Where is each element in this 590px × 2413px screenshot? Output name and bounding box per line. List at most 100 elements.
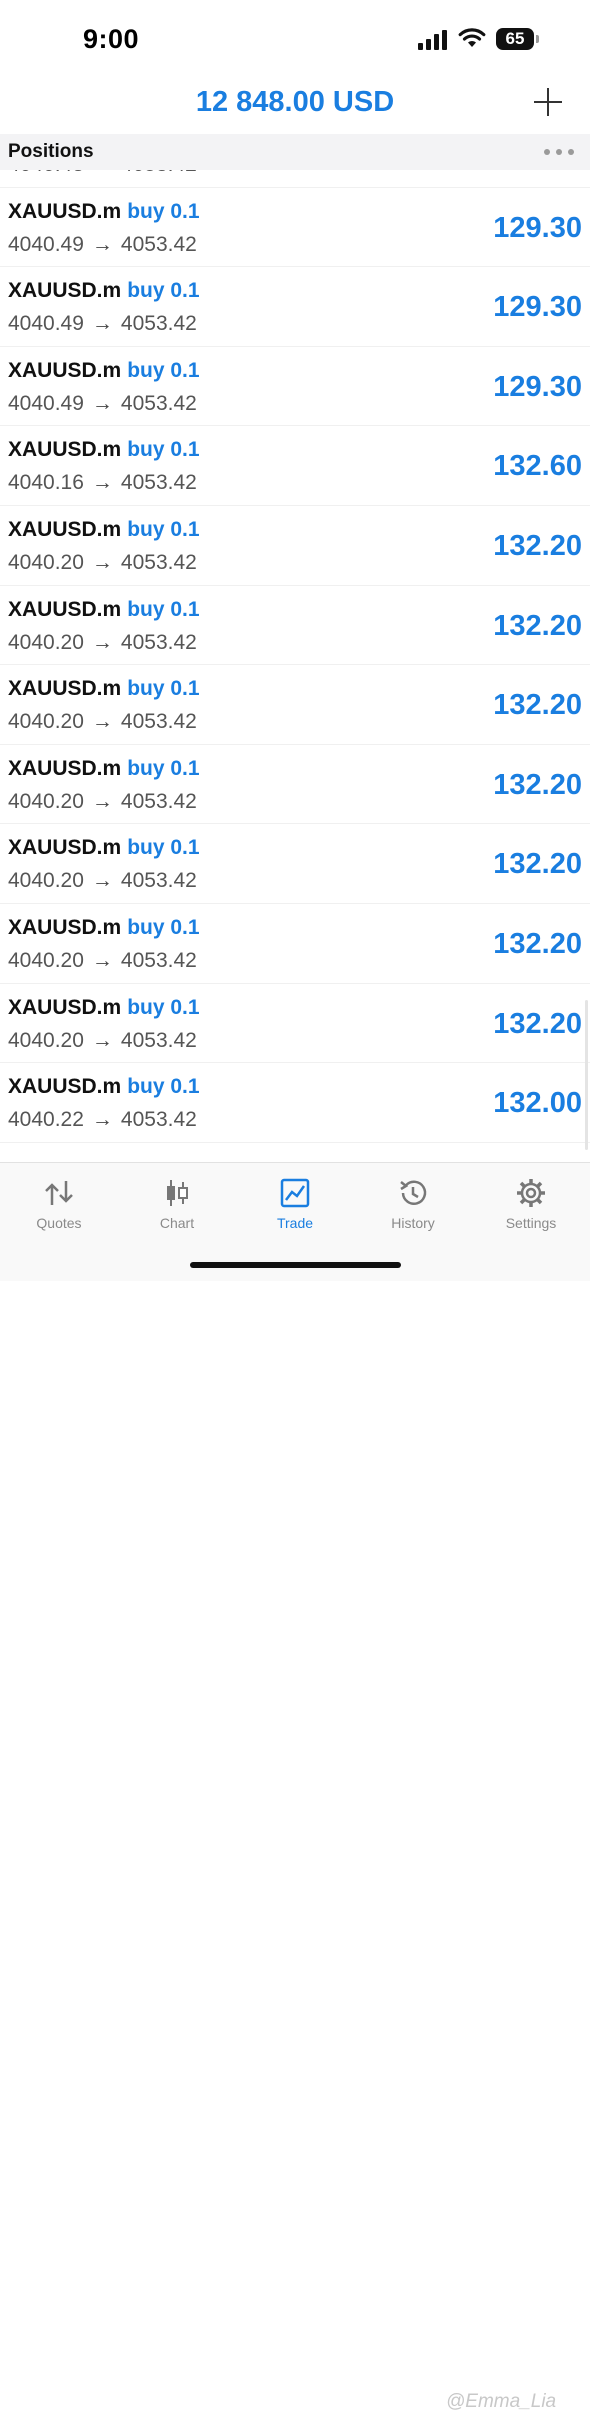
arrow-right-icon: → [92, 170, 113, 176]
open-price: 4040.49 [8, 232, 84, 256]
position-title: XAUUSD.m buy 0.1 [8, 996, 200, 1020]
current-price: 4053.42 [120, 869, 197, 893]
position-row[interactable]: XAUUSD.m buy 0.1 4040.20 → 4053.42 132.20 [0, 586, 590, 666]
position-title: XAUUSD.m buy 0.1 [8, 1075, 200, 1099]
position-side: buy 0.1 [127, 915, 200, 939]
current-price: 4053.42 [120, 312, 197, 336]
tab-label: Quotes [36, 1215, 82, 1231]
position-symbol: XAUUSD.m [8, 199, 122, 223]
account-balance: 12 848.00 USD [195, 86, 395, 118]
open-price: 4040.16 [8, 471, 84, 495]
arrow-right-icon: → [91, 471, 113, 495]
position-symbol: XAUUSD.m [8, 358, 122, 382]
arrow-right-icon: → [91, 232, 113, 256]
position-prices: 4040.49 → 4053.42 [8, 233, 197, 257]
position-symbol: XAUUSD.m [8, 756, 122, 780]
tab-label: History [391, 1215, 435, 1231]
position-row[interactable]: XAUUSD.m buy 0.1 4040.20 → 4053.42 132.20 [0, 745, 590, 825]
gear-icon [517, 1179, 545, 1207]
position-row[interactable]: XAUUSD.m buy 0.1 4040.16 → 4053.42 132.60 [0, 426, 590, 506]
position-side: buy 0.1 [127, 836, 200, 860]
history-icon [400, 1180, 427, 1205]
section-title: Positions [8, 141, 94, 162]
position-profit: 132.20 [493, 1007, 582, 1040]
position-symbol: XAUUSD.m [8, 517, 122, 541]
position-row[interactable]: XAUUSD.mbuy 0.14040.48→4053.42129.40 [0, 170, 590, 188]
position-title: XAUUSD.m buy 0.1 [8, 200, 200, 224]
scrollbar[interactable] [585, 1000, 588, 1150]
position-prices: 4040.20 → 4053.42 [8, 949, 197, 973]
position-side: buy 0.1 [127, 597, 200, 621]
open-price: 4040.20 [8, 1028, 84, 1052]
plus-icon[interactable] [532, 86, 564, 118]
arrow-right-icon: → [91, 1108, 113, 1132]
position-row[interactable]: XAUUSD.m buy 0.1 4040.49 → 4053.42 129.30 [0, 188, 590, 268]
position-title: XAUUSD.m buy 0.1 [8, 279, 200, 303]
position-profit: 129.30 [493, 211, 582, 244]
position-title: XAUUSD.m buy 0.1 [8, 518, 200, 542]
arrow-right-icon: → [91, 789, 113, 813]
open-price: 4040.20 [8, 789, 84, 813]
position-symbol: XAUUSD.m [8, 279, 122, 303]
tab-label: Trade [276, 1215, 314, 1231]
position-row[interactable]: XAUUSD.m buy 0.1 4040.20 → 4053.42 132.20 [0, 984, 590, 1064]
arrow-right-icon: → [91, 869, 113, 893]
arrow-right-icon: → [91, 630, 113, 654]
current-price: 4053.42 [120, 232, 197, 256]
position-prices: 4040.48 → 4053.42 [8, 170, 197, 177]
current-price: 4053.42 [120, 550, 197, 574]
position-row[interactable]: XAUUSD.m buy 0.1 4040.22 → 4053.42 132.00 [0, 1063, 590, 1143]
position-row[interactable]: XAUUSD.m buy 0.1 4040.20 → 4053.42 132.20 [0, 824, 590, 904]
open-price: 4040.20 [8, 710, 84, 734]
position-title: XAUUSD.m buy 0.1 [8, 438, 200, 462]
position-profit: 132.20 [493, 529, 582, 562]
tab-chart[interactable]: Chart [118, 1163, 236, 1243]
position-row[interactable]: XAUUSD.m buy 0.1 4040.20 → 4053.42 132.20 [0, 665, 590, 745]
current-price: 4053.42 [120, 391, 197, 415]
status-time: 9:00 [83, 24, 140, 54]
position-profit: 132.00 [493, 1087, 582, 1120]
position-profit: 132.20 [493, 689, 582, 722]
tab-quotes[interactable]: Quotes [0, 1163, 118, 1243]
position-row[interactable]: XAUUSD.m buy 0.1 4040.20 → 4053.42 132.20 [0, 506, 590, 586]
arrow-right-icon: → [91, 1028, 113, 1052]
open-price: 4040.48 [8, 170, 84, 176]
position-side: buy 0.1 [127, 438, 200, 462]
position-prices: 4040.20 → 4053.42 [8, 869, 197, 893]
arrow-right-icon: → [91, 948, 113, 972]
position-side: buy 0.1 [127, 517, 200, 541]
current-price: 4053.42 [120, 1028, 197, 1052]
positions-list[interactable]: XAUUSD.mbuy 0.14040.48→4053.42129.40XAUU… [0, 170, 590, 1162]
arrow-right-icon: → [91, 550, 113, 574]
position-row[interactable]: XAUUSD.m buy 0.1 4040.49 → 4053.42 129.30 [0, 347, 590, 427]
position-row[interactable]: XAUUSD.m buy 0.1 4040.49 → 4053.42 129.30 [0, 267, 590, 347]
position-prices: 4040.22 → 4053.42 [8, 1108, 197, 1132]
wifi-icon [458, 28, 486, 47]
position-prices: 4040.20 → 4053.42 [8, 710, 197, 734]
position-prices: 4040.20 → 4053.42 [8, 790, 197, 814]
position-prices: 4040.20 → 4053.42 [8, 1029, 197, 1053]
positions-section-header: Positions [0, 134, 590, 170]
current-price: 4053.42 [121, 170, 197, 176]
cellular-signal-icon [418, 30, 447, 50]
battery-level: 65 [505, 29, 525, 48]
tab-settings[interactable]: Settings [472, 1163, 590, 1243]
position-profit: 132.20 [493, 848, 582, 881]
tab-history[interactable]: History [354, 1163, 472, 1243]
position-symbol: XAUUSD.m [8, 915, 122, 939]
position-title: XAUUSD.m buy 0.1 [8, 677, 200, 701]
position-row[interactable]: XAUUSD.m buy 0.1 4040.20 → 4053.42 132.20 [0, 904, 590, 984]
position-title: XAUUSD.m buy 0.1 [8, 757, 200, 781]
position-profit: 132.20 [493, 609, 582, 642]
home-indicator[interactable] [190, 1262, 401, 1268]
ellipsis-icon[interactable] [544, 149, 574, 155]
current-price: 4053.42 [120, 1108, 197, 1132]
header: 12 848.00 USD [0, 80, 590, 134]
tab-trade[interactable]: Trade [236, 1163, 354, 1243]
position-title: XAUUSD.m buy 0.1 [8, 836, 200, 860]
position-profit: 132.20 [493, 927, 582, 960]
trade-chart-icon [280, 1178, 310, 1208]
position-side: buy 0.1 [127, 677, 200, 701]
watermark: @Emma_Lia [446, 2391, 557, 2412]
position-symbol: XAUUSD.m [8, 438, 122, 462]
